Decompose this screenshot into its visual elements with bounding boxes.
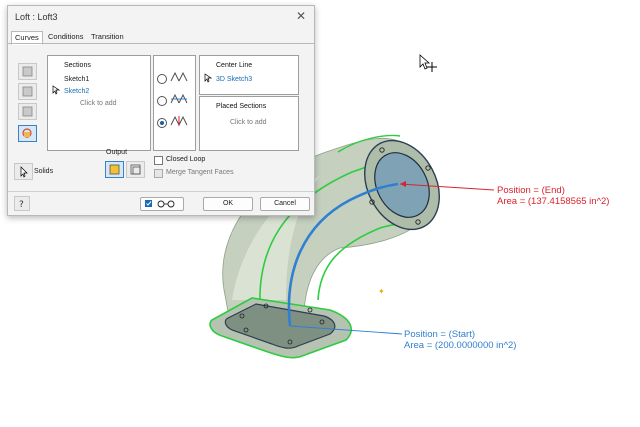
closed-loop-checkbox[interactable] [154,156,163,165]
sketch-tool-2[interactable] [18,83,37,100]
end-position-label: Position = (End) [497,185,565,196]
merge-tangent-label: Merge Tangent Faces [166,169,234,176]
sketch-tool-1[interactable] [18,63,37,80]
end-area-label: Area = (137.4158565 in^2) [497,196,610,207]
cursor-icon [52,85,61,97]
sections-header: Sections [64,62,91,69]
loft-type-icon[interactable] [18,125,37,142]
solids-label: Solids [34,168,54,175]
rail-options-panel [153,55,196,151]
closed-loop-label: Closed Loop [166,156,206,163]
preview-toggle[interactable] [140,197,184,211]
tab-conditions[interactable]: Conditions [45,31,86,43]
dialog-titlebar[interactable]: Loft : Loft3 ✕ [8,6,314,28]
output-label: Output [106,149,128,156]
center-line-panel[interactable]: Center Line 3D Sketch3 [199,55,299,95]
start-area-label: Area = (200.0000000 in^2) [404,340,517,351]
help-icon[interactable]: ? [14,196,30,211]
svg-text:?: ? [19,200,24,210]
center-line-radio[interactable] [157,96,167,106]
solids-select-button[interactable] [14,163,33,180]
move-cursor-icon [427,62,437,72]
sections-click-to-add[interactable]: Click to add [80,100,117,107]
center-line-sketch[interactable]: 3D Sketch3 [216,76,252,83]
surface-output-icon[interactable] [126,161,145,178]
section-sketch1[interactable]: Sketch1 [64,76,89,83]
cancel-button[interactable]: Cancel [260,197,310,211]
sections-panel[interactable]: Sections Sketch1 Sketch2 Click to add [47,55,151,151]
sketch-tool-3[interactable] [18,103,37,120]
merge-tangent-checkbox[interactable] [154,169,163,178]
dialog-title: Loft : Loft3 [15,12,58,22]
tab-transition[interactable]: Transition [88,31,127,43]
ok-button[interactable]: OK [203,197,253,211]
rails-icon [169,71,189,85]
start-position-label: Position = (Start) [404,329,476,340]
center-line-icon [169,93,189,107]
solid-output-icon[interactable] [105,161,124,178]
preview-glasses-icon [157,200,175,208]
rails-radio[interactable] [157,74,167,84]
area-loft-radio[interactable] [157,118,167,128]
loft-dialog: Loft : Loft3 ✕ Curves Conditions Transit… [7,5,315,216]
area-loft-icon [169,115,189,129]
placed-sections-click-to-add[interactable]: Click to add [230,119,267,126]
placed-sections-panel[interactable]: Placed Sections Click to add [199,96,299,151]
center-line-header: Center Line [216,62,253,69]
close-icon[interactable]: ✕ [294,9,308,23]
origin-marker: ✦ [378,287,385,296]
placed-sections-header: Placed Sections [216,103,267,110]
cursor-icon [204,73,213,85]
section-sketch2[interactable]: Sketch2 [64,88,89,95]
